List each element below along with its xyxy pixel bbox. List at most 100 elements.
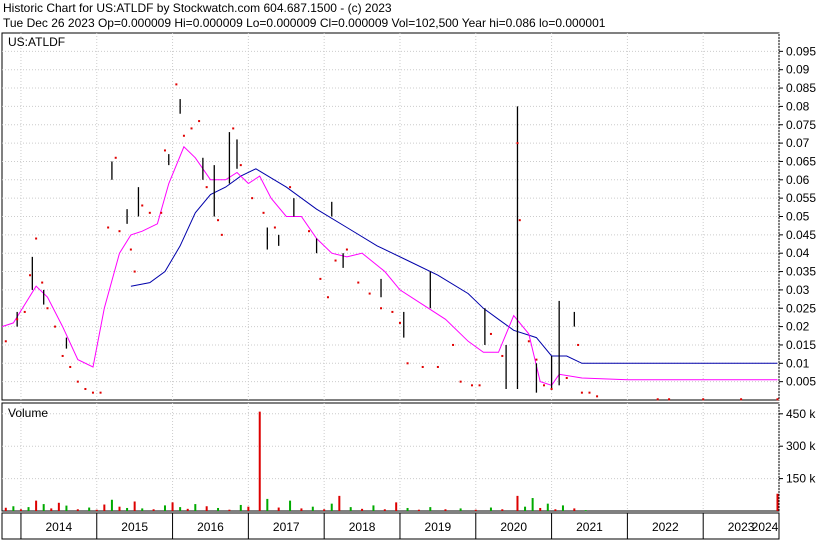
x-tick-label: 2015 <box>121 520 148 534</box>
price-dot <box>160 211 163 214</box>
x-tick-label: 2019 <box>425 520 452 534</box>
volume-bar <box>118 506 121 511</box>
price-dot <box>580 391 583 394</box>
price-dot <box>577 343 580 346</box>
volume-bar <box>554 509 557 511</box>
price-dot <box>220 233 223 236</box>
volume-bar <box>417 509 420 511</box>
x-tick-label: 2017 <box>273 520 300 534</box>
volume-bar <box>12 506 15 511</box>
price-tick-label: 0.04 <box>786 246 810 260</box>
price-dot <box>205 186 208 189</box>
volume-bar <box>531 498 534 511</box>
price-dot <box>656 398 659 401</box>
price-dot <box>740 398 743 401</box>
volume-panel-frame <box>1 402 780 512</box>
price-dot <box>84 387 87 390</box>
price-dot <box>527 340 530 343</box>
volume-bar <box>57 502 60 511</box>
volume-bar <box>776 493 779 511</box>
price-dot <box>163 149 166 152</box>
volume-bar <box>194 504 197 511</box>
volume-bar <box>217 507 220 511</box>
volume-bar <box>152 509 155 511</box>
price-dot <box>776 398 779 401</box>
price-dot <box>516 142 519 145</box>
price-dot <box>319 277 322 280</box>
volume-bar <box>95 509 98 511</box>
volume-y-axis: 450 k 300 k 150 k <box>779 407 816 486</box>
volume-bar <box>163 505 166 511</box>
price-dot <box>99 391 102 394</box>
volume-bar <box>459 508 462 511</box>
price-dot <box>478 384 481 387</box>
price-dot <box>46 307 49 310</box>
price-dot <box>141 204 144 207</box>
price-dot <box>518 219 521 222</box>
price-dot <box>543 384 546 387</box>
price-dot <box>114 156 117 159</box>
price-dot <box>668 398 671 401</box>
volume-bar <box>395 502 398 511</box>
price-dot <box>334 259 337 262</box>
volume-bar <box>383 509 386 511</box>
price-dot <box>391 310 394 313</box>
price-dot <box>4 340 7 343</box>
volume-bar <box>474 509 477 511</box>
price-dot <box>588 391 591 394</box>
volume-bar <box>171 502 174 511</box>
volume-bar <box>133 501 136 511</box>
price-tick-label: 0.005 <box>786 375 816 389</box>
price-tick-label: 0.095 <box>786 44 816 58</box>
volume-bar <box>349 507 352 511</box>
volume-bar <box>300 508 303 511</box>
price-tick-label: 0.01 <box>786 356 810 370</box>
volume-bar <box>186 508 189 511</box>
price-dot <box>54 325 57 328</box>
price-dot <box>470 384 473 387</box>
volume-tick-label: 300 k <box>786 439 816 453</box>
volume-bar <box>524 506 527 511</box>
volume-bar <box>277 507 280 511</box>
price-dot <box>421 365 424 368</box>
x-tick-label: 2016 <box>197 520 224 534</box>
volume-bar <box>372 505 375 511</box>
price-dot <box>565 376 568 379</box>
volume-bar <box>489 507 492 511</box>
x-tick-label: 2020 <box>500 520 527 534</box>
price-dot <box>535 358 538 361</box>
volume-bar <box>561 505 564 511</box>
volume-bar <box>573 508 576 511</box>
price-dot <box>501 354 504 357</box>
volume-tick-label: 450 k <box>786 407 816 421</box>
price-tick-label: 0.09 <box>786 63 810 77</box>
x-tick-label: 2024 <box>752 520 779 534</box>
volume-bar <box>50 508 53 511</box>
volume-bar <box>239 504 242 511</box>
volume-bar <box>179 507 182 511</box>
price-dot <box>190 127 193 130</box>
volume-bar <box>126 507 129 511</box>
volume-bar <box>516 495 519 511</box>
volume-bar <box>546 503 549 511</box>
volume-bar <box>247 506 250 511</box>
price-dot <box>107 226 110 229</box>
volume-bar <box>311 506 314 511</box>
volume-bar <box>27 507 30 511</box>
price-dot <box>273 226 276 229</box>
stock-chart: 0.095 0.09 0.085 0.08 0.075 0.07 0.065 0.06 0.05… <box>1 32 816 540</box>
volume-bar <box>103 504 106 511</box>
volume-bar <box>228 509 231 511</box>
price-dot <box>239 164 242 167</box>
price-dot <box>308 230 311 233</box>
price-dot <box>29 274 32 277</box>
volume-bar <box>4 507 7 511</box>
price-dot <box>91 391 94 394</box>
price-y-axis: 0.095 0.09 0.085 0.08 0.075 0.07 0.065 0.06 0.05… <box>779 44 816 389</box>
price-tick-label: 0.045 <box>786 228 816 242</box>
price-dot <box>69 365 72 368</box>
price-tick-label: 0.035 <box>786 265 816 279</box>
volume-bar <box>110 499 113 511</box>
volume-panel-title: Volume <box>8 406 48 420</box>
volume-bar <box>65 505 68 511</box>
